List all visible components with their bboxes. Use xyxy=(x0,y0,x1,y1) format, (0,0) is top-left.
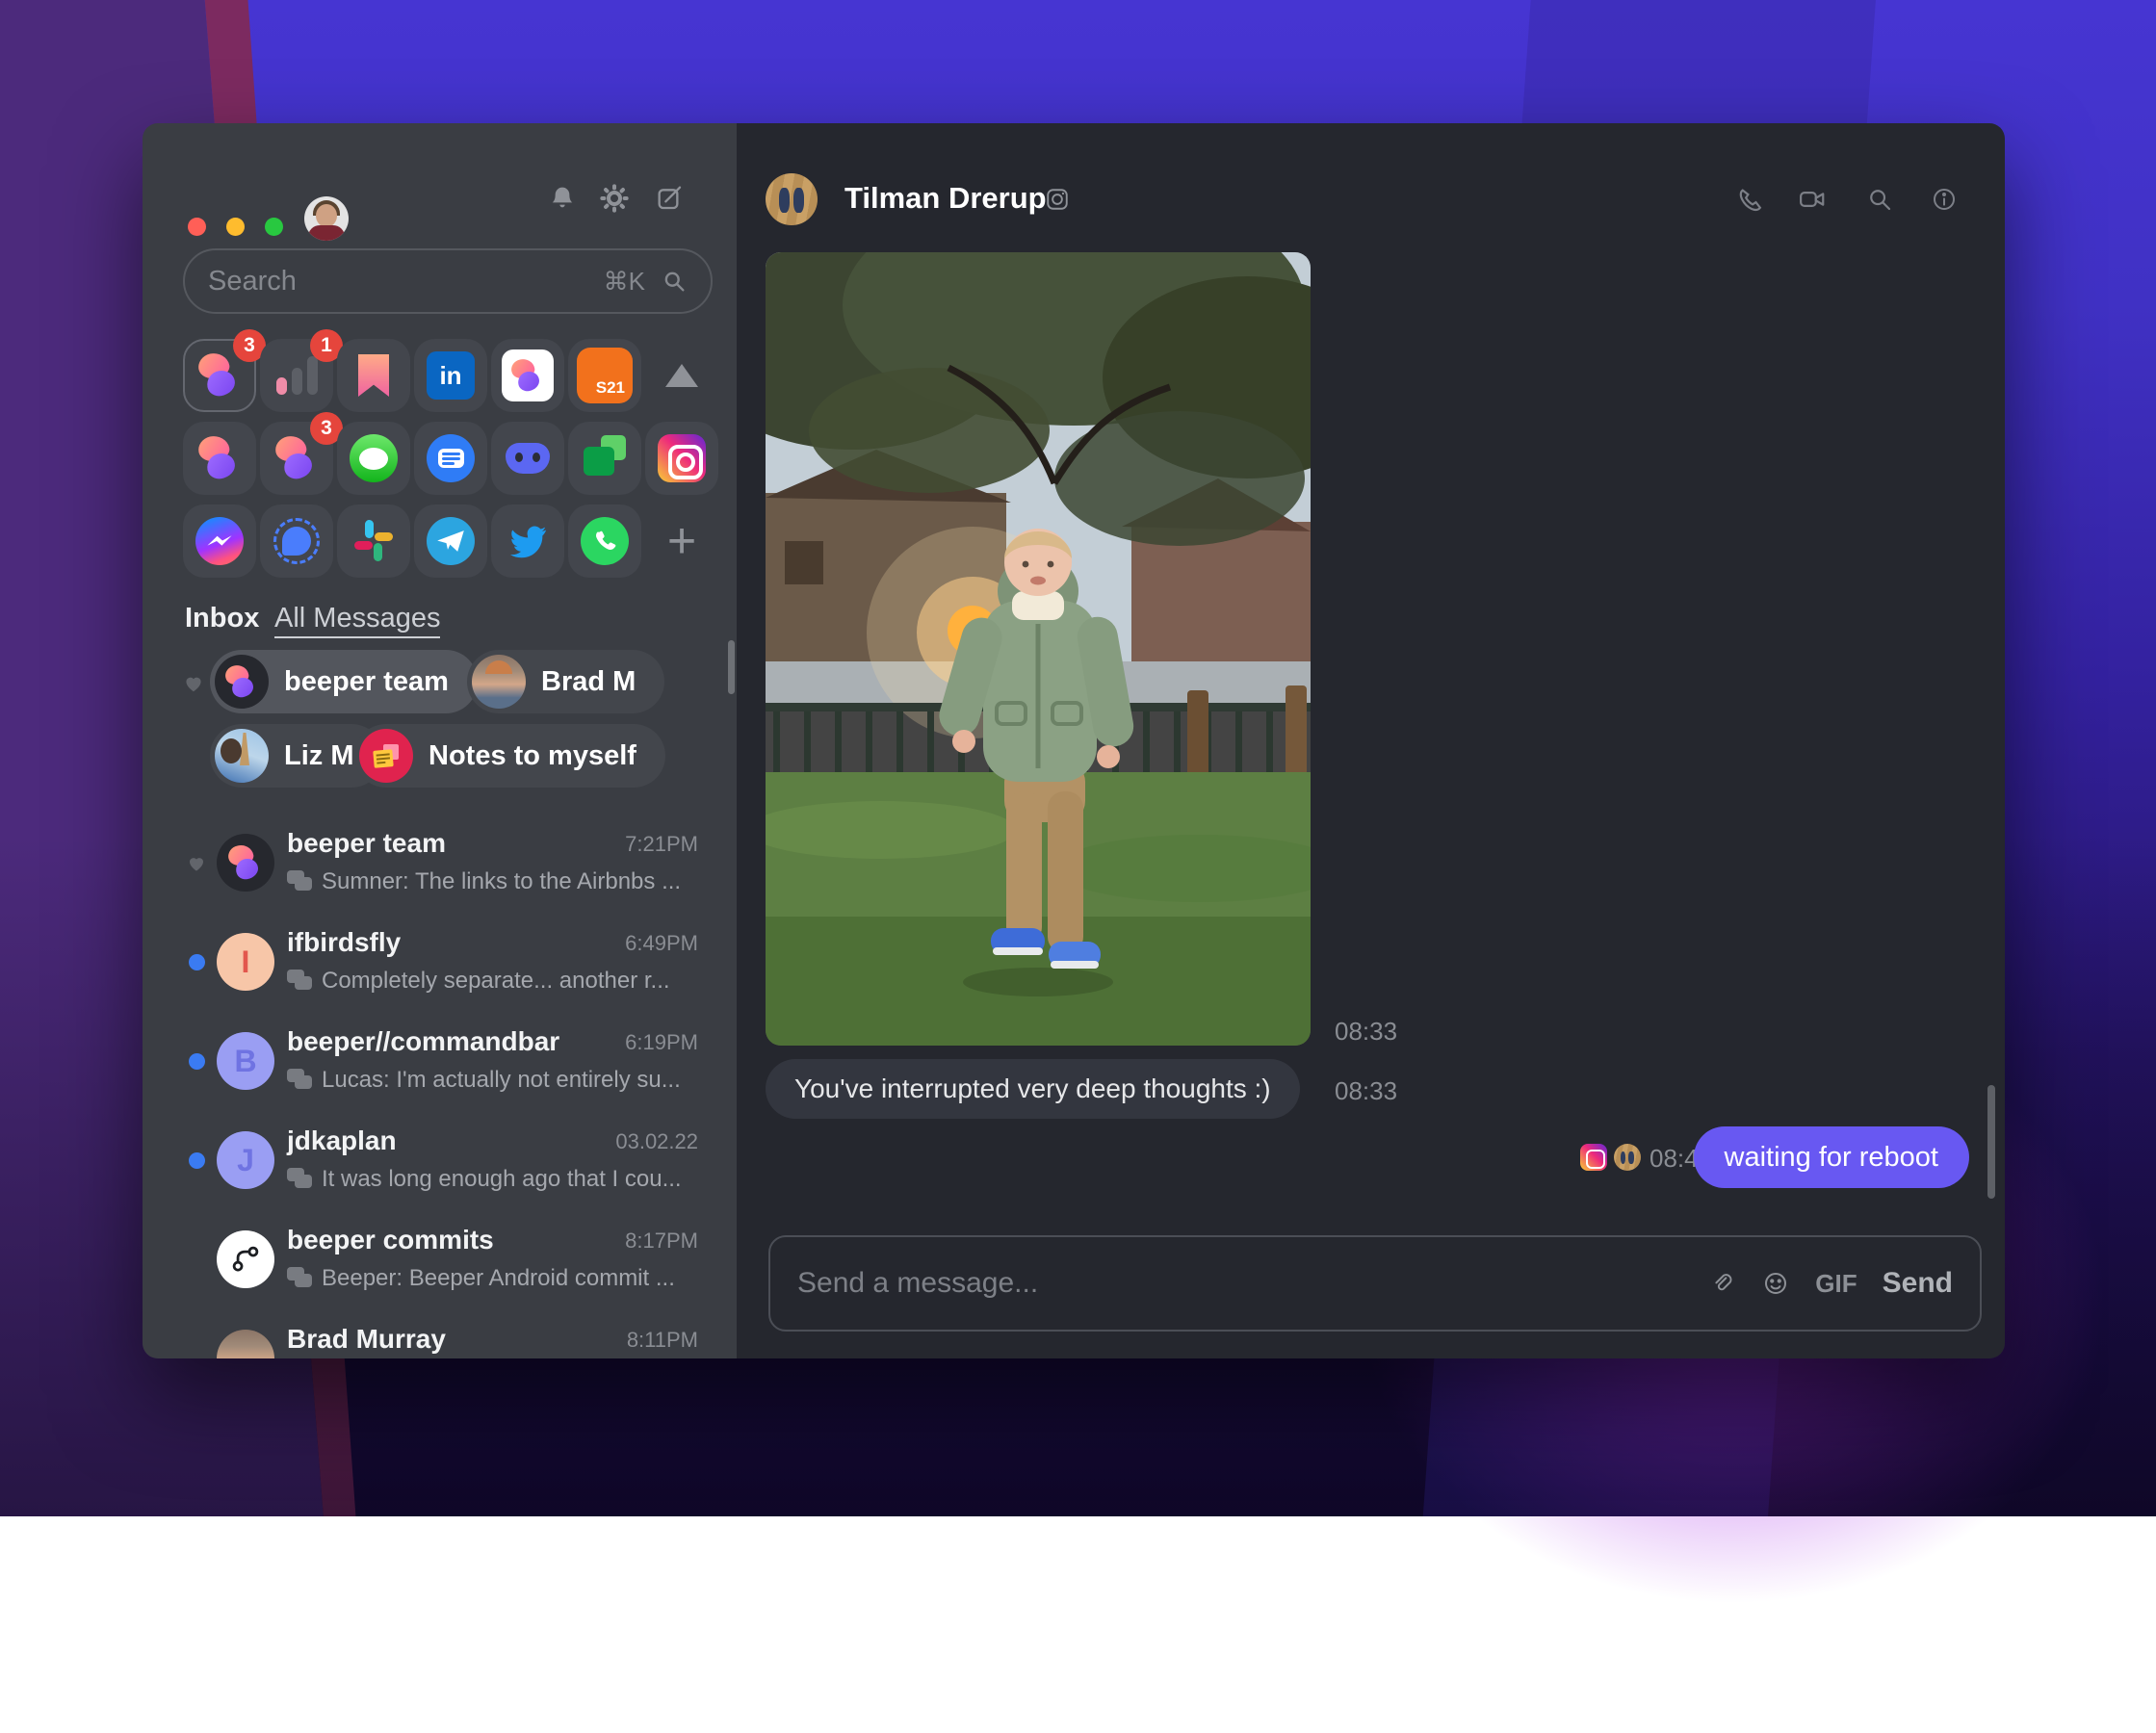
collapse-grid-button[interactable] xyxy=(645,339,718,412)
discord-icon[interactable] xyxy=(491,422,564,495)
avatar-art xyxy=(316,204,337,227)
incoming-message-bubble[interactable]: You've interrupted very deep thoughts :) xyxy=(766,1059,1300,1119)
beeper-inbox-icon[interactable]: 3 xyxy=(183,339,256,412)
all-messages-link[interactable]: All Messages xyxy=(274,603,440,638)
beeper-network-icon[interactable] xyxy=(183,422,256,495)
chevron-up-icon xyxy=(665,364,698,387)
liz-m-avatar xyxy=(215,729,269,783)
message-glyph-icon xyxy=(287,1168,312,1189)
signal-icon[interactable] xyxy=(260,504,333,578)
beeper-network-2-icon[interactable]: 3 xyxy=(260,422,333,495)
compose-icon[interactable] xyxy=(655,183,686,214)
conversation-beeper-commits[interactable]: beeper commits 8:17PM Beeper: Beeper And… xyxy=(143,1211,737,1307)
favorite-pill-beeper-team[interactable]: beeper team xyxy=(210,650,478,713)
unread-dot xyxy=(189,1053,205,1070)
message-glyph-icon xyxy=(287,970,312,991)
chat-scrollbar[interactable] xyxy=(1987,1085,1995,1199)
emoji-icon[interactable] xyxy=(1761,1269,1790,1298)
favorites-heart-icon xyxy=(181,670,206,695)
conversation-avatar: J xyxy=(217,1131,274,1189)
gif-button[interactable]: GIF xyxy=(1815,1269,1857,1299)
inbox-label: Inbox xyxy=(185,603,259,634)
search-bar[interactable]: ⌘K xyxy=(183,248,713,314)
conversation-jdkaplan[interactable]: J jdkaplan 03.02.22 It was long enough a… xyxy=(143,1112,737,1208)
search-chat-icon[interactable] xyxy=(1865,185,1894,214)
imessage-icon[interactable] xyxy=(337,422,410,495)
sidebar: ⌘K 3 1 in S21 xyxy=(143,123,737,1358)
beeper-window: ⌘K 3 1 in S21 xyxy=(143,123,2005,1358)
twitter-icon[interactable] xyxy=(491,504,564,578)
photo-message[interactable] xyxy=(766,252,1311,1046)
conversation-brad-murray[interactable]: Brad Murray 8:11PM xyxy=(143,1310,737,1358)
send-button[interactable]: Send xyxy=(1883,1267,1953,1300)
git-branch-icon xyxy=(227,1241,264,1278)
conversation-ifbirdsfly[interactable]: I ifbirdsfly 6:49PM Completely separate.… xyxy=(143,914,737,1010)
toddler-park-photo xyxy=(766,252,1311,1046)
beeper-team-avatar xyxy=(215,655,269,709)
message-glyph-icon xyxy=(287,870,312,892)
sidebar-scrollbar[interactable] xyxy=(728,640,735,694)
add-network-button[interactable]: + xyxy=(645,504,718,578)
conversation-avatar xyxy=(217,834,274,892)
whatsapp-icon[interactable] xyxy=(568,504,641,578)
attachment-paperclip-icon[interactable] xyxy=(1707,1269,1736,1298)
instagram-icon[interactable] xyxy=(645,422,718,495)
beeper-logo xyxy=(195,351,244,400)
bookmarks-icon[interactable] xyxy=(337,339,410,412)
voice-call-icon[interactable] xyxy=(1734,185,1763,214)
minimize-button[interactable] xyxy=(226,218,245,236)
s21-icon[interactable]: S21 xyxy=(568,339,641,412)
instagram-network-icon xyxy=(1045,187,1070,212)
conversation-beeper-team[interactable]: beeper team 7:21PM Sumner: The links to … xyxy=(143,815,737,911)
notes-avatar xyxy=(359,729,413,783)
photo-timestamp: 08:33 xyxy=(1335,1017,1397,1047)
chat-title: Tilman Drerup xyxy=(844,181,1047,216)
beeper-slack-icon[interactable] xyxy=(491,339,564,412)
incoming-timestamp: 08:33 xyxy=(1335,1076,1397,1106)
chat-panel: Tilman Drerup xyxy=(737,123,2005,1358)
user-avatar[interactable] xyxy=(304,196,349,241)
chat-avatar[interactable] xyxy=(766,173,818,225)
plus-icon: + xyxy=(667,516,696,566)
messenger-icon[interactable] xyxy=(183,504,256,578)
android-messages-icon[interactable] xyxy=(414,422,487,495)
telegram-icon[interactable] xyxy=(414,504,487,578)
avatar-art xyxy=(308,225,345,241)
settings-gear-icon[interactable] xyxy=(599,183,630,214)
slack-icon[interactable] xyxy=(337,504,410,578)
zoom-button[interactable] xyxy=(265,218,283,236)
google-chat-icon[interactable] xyxy=(568,422,641,495)
conversation-beeper-commandbar[interactable]: B beeper//commandbar 6:19PM Lucas: I'm a… xyxy=(143,1013,737,1109)
search-input[interactable] xyxy=(208,266,604,297)
read-receipt-avatar xyxy=(1614,1144,1641,1171)
linkedin-icon[interactable]: in xyxy=(414,339,487,412)
conversation-avatar xyxy=(217,1230,274,1288)
message-input[interactable] xyxy=(797,1267,1682,1300)
unread-dot xyxy=(189,1152,205,1169)
favorite-heart-icon xyxy=(185,851,208,874)
brad-m-avatar xyxy=(472,655,526,709)
message-glyph-icon xyxy=(287,1069,312,1090)
search-shortcut: ⌘K xyxy=(604,267,645,297)
message-glyph-icon xyxy=(287,1267,312,1288)
close-button[interactable] xyxy=(188,218,206,236)
conversation-avatar xyxy=(217,1330,274,1358)
favorite-pill-brad-m[interactable]: Brad M xyxy=(467,650,664,713)
message-composer[interactable]: GIF Send xyxy=(768,1235,1982,1332)
video-call-icon[interactable] xyxy=(1798,185,1827,214)
outgoing-message-bubble[interactable]: waiting for reboot xyxy=(1694,1126,1969,1188)
conversation-avatar: I xyxy=(217,933,274,991)
notifications-bell-icon[interactable] xyxy=(547,183,578,214)
analytics-icon[interactable]: 1 xyxy=(260,339,333,412)
info-icon[interactable] xyxy=(1930,185,1959,214)
favorite-pill-notes-to-myself[interactable]: Notes to myself xyxy=(354,724,665,788)
search-icon xyxy=(661,268,688,295)
outgoing-message-row: 08:41 waiting for reboot xyxy=(737,1126,2005,1188)
unread-dot xyxy=(189,954,205,970)
instagram-badge-icon xyxy=(1580,1144,1607,1171)
conversation-avatar: B xyxy=(217,1032,274,1090)
